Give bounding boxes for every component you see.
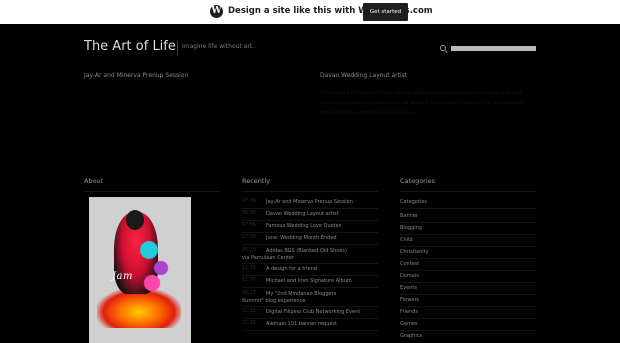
recent-title[interactable]: Famous Wedding Love Quotes <box>266 223 378 230</box>
recently-divider <box>242 191 378 192</box>
recent-item[interactable]: 06:19 Adidas BGS (Blanked Old Shoes) via… <box>242 246 378 264</box>
flame-graphic <box>97 288 181 328</box>
category-item[interactable]: Categories <box>400 197 536 209</box>
recent-title[interactable]: Jay-Ar and Minerva Prenup Session <box>266 199 378 206</box>
recently-heading: Recently <box>242 177 271 185</box>
category-label[interactable]: Contest <box>400 261 419 267</box>
recent-title[interactable]: Aleinaei 101 banner request <box>266 321 378 328</box>
recent-title[interactable]: Digital Filipino Club Networking Event <box>266 309 378 316</box>
recent-time: 11:33 <box>242 266 256 271</box>
category-item[interactable]: Christianity <box>400 247 536 259</box>
recent-title[interactable]: Davao Wedding Layout artist <box>266 211 378 218</box>
category-label[interactable]: Banner <box>400 213 418 219</box>
category-label[interactable]: Friends <box>400 309 418 315</box>
post-title-layout-artist[interactable]: Davao Wedding Layout artist <box>320 72 407 79</box>
recent-item[interactable]: 00:17 My "2nd Mindanao Bloggers Summit" … <box>242 289 378 307</box>
get-started-button[interactable]: Get started <box>363 3 408 21</box>
recent-title[interactable]: June: Wedding Month Ended <box>266 235 378 242</box>
category-label[interactable]: Christianity <box>400 249 429 255</box>
recent-time: 01:22 <box>242 309 256 314</box>
category-label[interactable]: Blogging <box>400 225 422 231</box>
category-label[interactable]: Games <box>400 321 418 327</box>
category-label[interactable]: Graphics <box>400 333 422 339</box>
search-input[interactable] <box>451 46 536 51</box>
recent-item[interactable]: 07:36 Jay-Ar and Minerva Prenup Session <box>242 197 378 209</box>
category-label[interactable]: Events <box>400 285 417 291</box>
category-item[interactable]: Graphics <box>400 331 536 343</box>
recent-time: 06:28 <box>242 211 256 216</box>
about-heading: About <box>84 177 104 185</box>
category-label[interactable]: Flowers <box>400 297 419 303</box>
post-excerpt: I'm a layout artist based in Davao city.… <box>320 91 525 116</box>
recent-title[interactable]: A design for a friend <box>266 266 378 273</box>
recent-title[interactable]: Michael and Irish Signature Album <box>266 278 378 285</box>
figure-head-graphic <box>126 210 144 230</box>
category-item[interactable]: Flowers <box>400 295 536 307</box>
wordpress-logo-icon[interactable]: W <box>210 5 223 18</box>
category-item[interactable]: Domain <box>400 271 536 283</box>
category-label[interactable]: Child <box>400 237 413 243</box>
site-tagline: Imagine life without art.. <box>182 43 256 50</box>
title-divider <box>177 41 178 55</box>
category-item[interactable]: Banner <box>400 211 536 223</box>
recent-item[interactable]: 01:25 Aleinaei 101 banner request <box>242 319 378 331</box>
about-divider <box>84 191 220 192</box>
petals-graphic <box>140 232 170 292</box>
category-item[interactable]: Events <box>400 283 536 295</box>
about-image-text: Jam <box>112 271 133 282</box>
recent-item[interactable]: 06:28 Davao Wedding Layout artist <box>242 209 378 221</box>
category-label[interactable]: Categories <box>400 199 427 205</box>
recent-item[interactable]: 01:22 Digital Filipino Club Networking E… <box>242 307 378 319</box>
site-title[interactable]: The Art of Life <box>84 39 176 54</box>
recent-title[interactable]: Adidas BGS (Blanked Old Shoes) via Pamul… <box>242 248 354 262</box>
recent-item[interactable]: 07:29 June: Wedding Month Ended <box>242 233 378 245</box>
recent-item[interactable]: 11:33 A design for a friend <box>242 264 378 276</box>
category-item[interactable]: Contest <box>400 259 536 271</box>
wordpress-banner: W Design a site like this with WordPress… <box>0 0 620 24</box>
recent-item[interactable]: 11:06 Michael and Irish Signature Album <box>242 276 378 288</box>
search-icon[interactable] <box>440 45 446 51</box>
recent-time: 11:06 <box>242 278 256 283</box>
category-item[interactable]: Friends <box>400 307 536 319</box>
category-item[interactable]: Games <box>400 319 536 331</box>
recent-time: 07:29 <box>242 235 256 240</box>
category-item[interactable]: Child <box>400 235 536 247</box>
category-label[interactable]: Domain <box>400 273 419 279</box>
recent-time: 07:56 <box>242 223 256 228</box>
categories-divider <box>400 191 536 192</box>
recent-title[interactable]: My "2nd Mindanao Bloggers Summit" blog e… <box>242 291 354 305</box>
recent-time: 01:25 <box>242 321 256 326</box>
categories-heading: Categories <box>400 177 436 185</box>
recent-time: 07:36 <box>242 199 256 204</box>
post-title-prenup[interactable]: Jay-Ar and Minerva Prenup Session <box>84 72 188 79</box>
category-item[interactable]: Blogging <box>400 223 536 235</box>
recent-item[interactable]: 07:56 Famous Wedding Love Quotes <box>242 221 378 233</box>
